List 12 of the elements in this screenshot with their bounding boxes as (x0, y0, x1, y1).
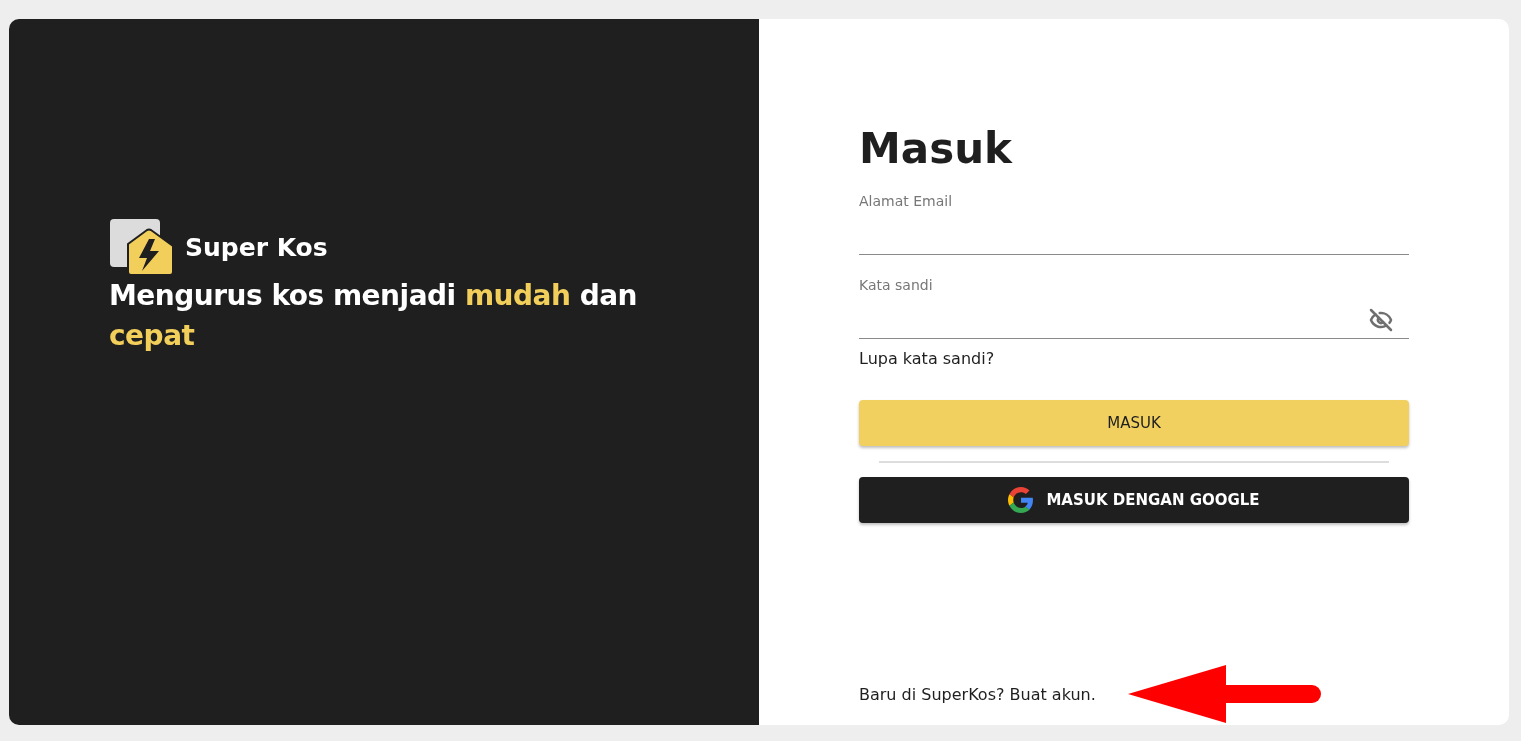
password-field[interactable]: Kata sandi (859, 281, 1409, 339)
brand-name: Super Kos (185, 232, 328, 262)
login-title: Masuk (859, 123, 1014, 175)
tagline: Mengurus kos menjadi mudah dan cepat (109, 278, 639, 354)
house-lightning-logo-icon (109, 218, 175, 276)
eye-off-icon[interactable] (1369, 308, 1393, 332)
login-button[interactable]: MASUK (859, 400, 1409, 446)
google-icon (1008, 487, 1035, 513)
google-login-button[interactable]: MASUK DENGAN GOOGLE (859, 477, 1409, 523)
email-field[interactable]: Alamat Email (859, 197, 1409, 255)
signup-prompt: Baru di SuperKos? Buat akun. (859, 684, 1096, 704)
forgot-password-link[interactable]: Lupa kata sandi? (859, 349, 995, 368)
